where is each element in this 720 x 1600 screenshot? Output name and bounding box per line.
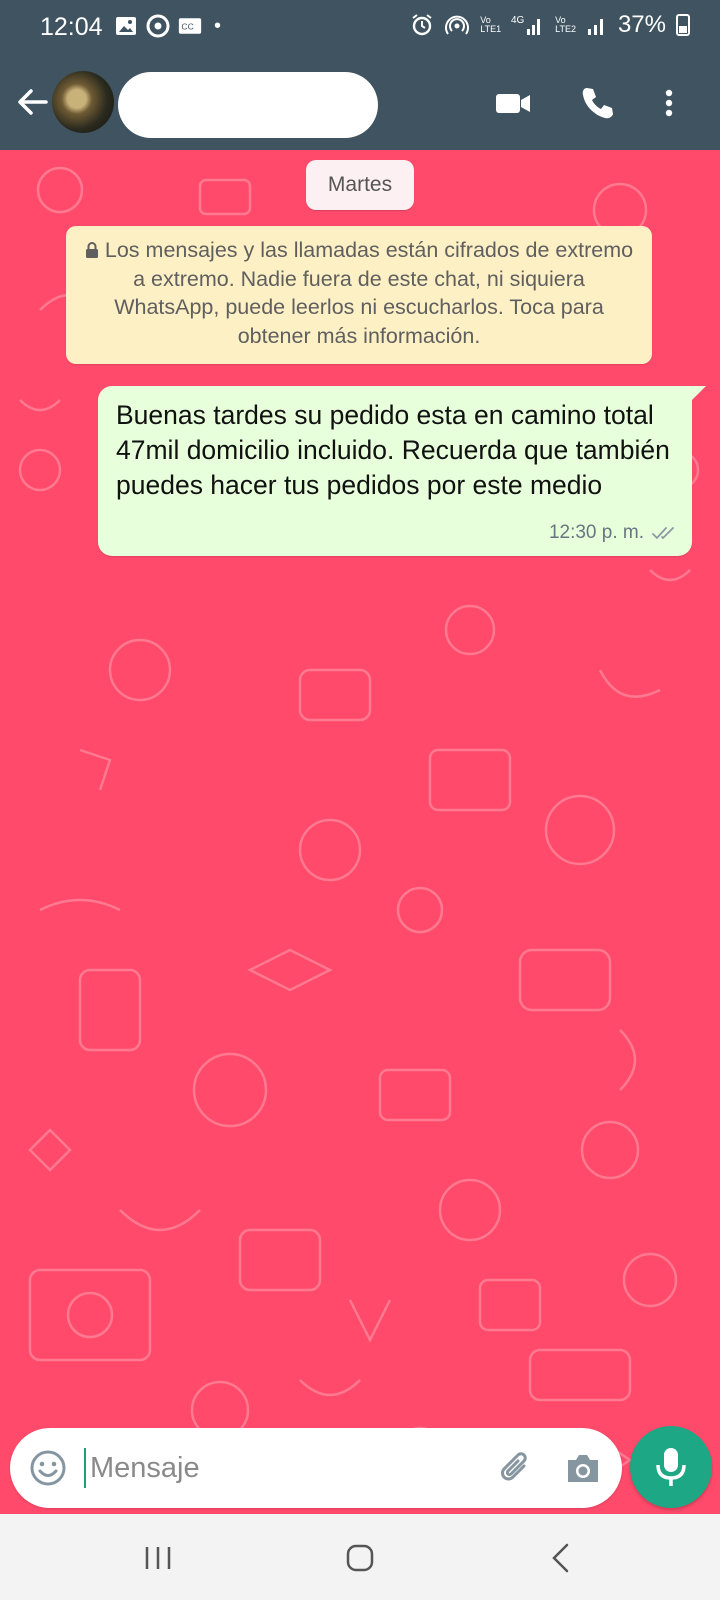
- attach-icon[interactable]: [496, 1448, 536, 1488]
- message-meta: 12:30 p. m.: [549, 522, 678, 544]
- recents-icon[interactable]: [138, 1538, 178, 1578]
- notification-icons: CC •: [114, 14, 221, 38]
- status-bar: 12:04 CC • Vo LTE1 4G Vo LTE2 37%: [0, 0, 720, 54]
- svg-text:CC: CC: [181, 21, 193, 31]
- system-icons: Vo LTE1 4G Vo LTE2 37%: [410, 11, 690, 39]
- text-caret: [84, 1448, 86, 1488]
- lock-icon: [85, 242, 98, 258]
- gallery-icon: [116, 17, 136, 35]
- message-time: 12:30 p. m.: [548, 522, 644, 543]
- battery-icon: [676, 14, 690, 36]
- message-composer: [10, 1428, 622, 1508]
- alarm-icon: [412, 14, 432, 36]
- contact-name[interactable]: [118, 72, 378, 138]
- home-icon[interactable]: [340, 1538, 380, 1578]
- encryption-notice-text: Los mensajes y las llamadas están cifrad…: [104, 238, 634, 348]
- chrome-icon: [146, 14, 170, 38]
- message-input[interactable]: [90, 1440, 470, 1496]
- more-notifications-dot: •: [214, 14, 222, 37]
- voice-record-button[interactable]: [630, 1426, 712, 1508]
- camera-icon[interactable]: [562, 1448, 604, 1488]
- contact-avatar[interactable]: [52, 71, 114, 133]
- battery-percent: 37%: [617, 11, 666, 38]
- encryption-notice[interactable]: Los mensajes y las llamadas están cifrad…: [66, 226, 652, 364]
- video-call-icon[interactable]: [494, 84, 532, 122]
- signal-icon: [587, 19, 603, 35]
- voice-call-icon[interactable]: [578, 84, 616, 122]
- back-icon[interactable]: [542, 1538, 582, 1578]
- svg-text:4G: 4G: [511, 15, 525, 26]
- emoji-icon[interactable]: [28, 1448, 68, 1488]
- more-vert-icon[interactable]: [650, 84, 688, 122]
- chat-area[interactable]: Martes Los mensajes y las llamadas están…: [0, 150, 720, 1514]
- cast-icon: CC: [178, 18, 202, 34]
- signal-icon: 4G: [511, 15, 541, 35]
- mic-icon: [656, 1448, 686, 1486]
- hotspot-icon: [445, 15, 470, 35]
- outgoing-message[interactable]: Buenas tardes su pedido esta en camino t…: [98, 386, 706, 556]
- double-check-icon: [652, 527, 674, 540]
- system-navigation-bar: [0, 1514, 720, 1600]
- message-text: Buenas tardes su pedido esta en camino t…: [116, 400, 670, 500]
- sim1-label: Vo LTE1: [480, 15, 502, 34]
- back-arrow-icon[interactable]: [12, 82, 52, 122]
- date-chip: Martes: [306, 160, 414, 210]
- sim2-label: Vo LTE2: [555, 15, 576, 34]
- chat-app-bar: [0, 54, 720, 150]
- status-time: 12:04: [40, 13, 103, 41]
